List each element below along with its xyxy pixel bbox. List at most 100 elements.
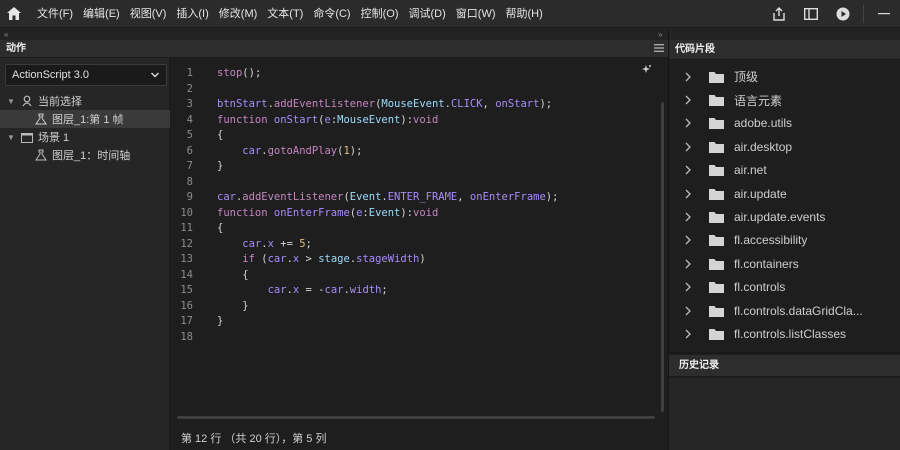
menu-item[interactable]: 帮助(H) — [501, 0, 548, 28]
chevron-right-icon[interactable] — [683, 306, 693, 316]
chevron-down-icon[interactable]: ▼ — [6, 97, 16, 106]
tab-code-snippets[interactable]: 代码片段 — [675, 40, 715, 60]
menu-item[interactable]: 文件(F) — [32, 0, 78, 28]
folder-icon — [709, 188, 724, 200]
folder-icon — [709, 164, 724, 177]
menu-item[interactable]: 窗口(W) — [451, 0, 501, 28]
snippet-folder-label: fl.accessibility — [734, 233, 808, 248]
snippet-folder-label: air.update — [734, 186, 787, 201]
vertical-scrollbar[interactable] — [661, 102, 664, 412]
chevron-right-icon[interactable] — [683, 329, 693, 339]
line-number: 16 — [180, 299, 193, 312]
actionscript-icon — [34, 113, 48, 125]
dock-strip-left — [0, 28, 668, 40]
line-number-gutter: 1 2 3 4 5 6 7 8 9 10 11 12 13 14 15 16 17 18 — [171, 66, 193, 345]
snippet-folder-label: 顶级 — [734, 70, 759, 85]
chevron-right-icon[interactable] — [683, 95, 693, 105]
snippet-folder[interactable]: fl.accessibility — [669, 229, 900, 252]
chevron-right-icon[interactable] — [683, 259, 693, 269]
expand-right-icon[interactable]: » — [658, 30, 663, 39]
menu-item[interactable]: 修改(M) — [214, 0, 263, 28]
snippet-folder[interactable]: fl.controls — [669, 276, 900, 299]
menu-item[interactable]: 插入(I) — [171, 0, 213, 28]
test-movie-button[interactable] — [827, 0, 859, 28]
menu-bar: 文件(F) 编辑(E) 视图(V) 插入(I) 修改(M) 文本(T) 命令(C) 控制(O)… — [0, 0, 900, 28]
code-line: if (car.x > stage.stageWidth) — [242, 253, 426, 265]
play-icon — [836, 7, 850, 21]
share-icon — [773, 7, 785, 21]
code-line: btnStart.addEventListener(MouseEvent.CLI… — [217, 98, 553, 110]
snippet-folder[interactable]: fl.controls.listClasses — [669, 322, 900, 345]
panel-layout-button[interactable] — [795, 0, 827, 28]
code-line: } — [217, 160, 224, 172]
folder-icon — [709, 211, 724, 224]
line-number: 12 — [180, 237, 193, 250]
tree-item-layer-timeline[interactable]: 图层_1：时间轴 — [0, 146, 170, 164]
line-number: 1 — [186, 67, 193, 79]
folder-icon — [709, 117, 724, 130]
current-selection-icon — [20, 95, 34, 107]
chevron-right-icon[interactable] — [683, 118, 693, 128]
chevron-right-icon[interactable] — [683, 142, 693, 152]
pin-script-icon[interactable] — [640, 64, 652, 79]
chevron-right-icon[interactable] — [683, 165, 693, 175]
panel-menu-icon[interactable] — [654, 40, 664, 58]
script-navigator: ActionScript 3.0 ▼ 当前选择 图层_1:第 1 帧 ▼ 场景 … — [0, 58, 170, 450]
snippet-folder[interactable]: air.update — [669, 182, 900, 205]
chevron-right-icon[interactable] — [683, 72, 693, 82]
horizontal-scrollbar[interactable] — [177, 416, 655, 419]
code-line: { — [217, 268, 249, 281]
chevron-right-icon[interactable] — [683, 212, 693, 222]
history-header: 历史记录 — [669, 355, 900, 377]
minimize-button[interactable] — [868, 0, 900, 28]
chevron-right-icon[interactable] — [683, 189, 693, 199]
snippet-folder[interactable]: 顶级 — [669, 65, 900, 88]
line-number: 15 — [180, 284, 193, 296]
snippet-folder[interactable]: air.net — [669, 159, 900, 182]
chevron-right-icon[interactable] — [683, 235, 693, 245]
snippet-folder[interactable]: air.desktop — [669, 135, 900, 158]
menu-item[interactable]: 文本(T) — [262, 0, 308, 28]
line-number: 18 — [180, 330, 193, 343]
tree-item-label: 当前选择 — [38, 96, 82, 108]
snippet-folder[interactable]: 语言元素 — [669, 88, 900, 111]
code-editor[interactable]: 1 2 3 4 5 6 7 8 9 10 11 12 13 14 15 16 17 18 stop(); btnS… — [171, 58, 668, 450]
home-button[interactable] — [0, 0, 28, 28]
menu-item[interactable]: 编辑(E) — [78, 0, 125, 28]
code-area[interactable]: stop(); btnStart.addEventListener(MouseE… — [217, 66, 647, 345]
code-line: function onStart(e:MouseEvent):void — [217, 113, 439, 126]
code-line: car.gotoAndPlay(1); — [242, 144, 363, 157]
menu-item[interactable]: 命令(C) — [308, 0, 355, 28]
toolbar-separator — [863, 5, 864, 23]
tree-item-label: 场景 1 — [38, 132, 70, 144]
tab-history[interactable]: 历史记录 — [679, 355, 719, 377]
code-line: } — [217, 299, 249, 312]
tab-actions[interactable]: 动作 — [0, 40, 32, 58]
snippet-folder[interactable]: fl.containers — [669, 252, 900, 275]
snippet-folder-label: fl.controls.dataGridCla... — [734, 303, 863, 318]
snippet-folder[interactable]: adobe.utils — [669, 112, 900, 135]
toolbar-right — [763, 0, 900, 28]
snippet-folder[interactable]: fl.controls.dataGridCla... — [669, 299, 900, 322]
language-select[interactable]: ActionScript 3.0 — [5, 64, 167, 86]
share-button[interactable] — [763, 0, 795, 28]
folder-icon — [709, 234, 724, 247]
chevron-right-icon[interactable] — [683, 282, 693, 292]
snippet-folder[interactable]: air.update.events — [669, 205, 900, 228]
folder-icon — [709, 328, 724, 340]
folder-icon — [709, 305, 724, 317]
tree-item-layer-frame[interactable]: 图层_1:第 1 帧 — [0, 110, 170, 128]
menu-item[interactable]: 视图(V) — [125, 0, 172, 28]
menu-item[interactable]: 控制(O) — [356, 0, 404, 28]
collapse-left-icon[interactable]: « — [4, 30, 9, 39]
history-panel — [669, 378, 900, 450]
tree-item-scene[interactable]: ▼ 场景 1 — [0, 128, 170, 146]
dock-strip-right — [669, 28, 900, 40]
snippet-folder-label: fl.controls — [734, 280, 786, 295]
menu-item[interactable]: 调试(D) — [404, 0, 451, 28]
chevron-down-icon[interactable]: ▼ — [6, 133, 16, 142]
panel-splitter[interactable] — [669, 352, 900, 354]
tree-item-current-selection[interactable]: ▼ 当前选择 — [0, 92, 170, 110]
code-line: } — [217, 315, 224, 327]
folder-icon — [709, 141, 724, 153]
